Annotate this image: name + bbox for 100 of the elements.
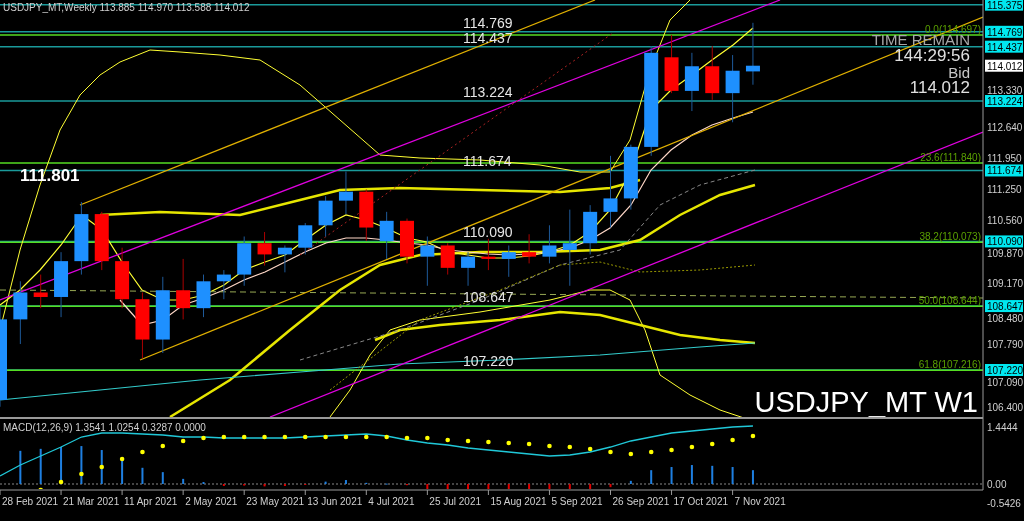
- signal-dot: [221, 434, 227, 440]
- histogram-bar: [609, 484, 612, 488]
- histogram-bar: [650, 470, 653, 484]
- candle: [664, 34, 679, 94]
- candle: [461, 251, 476, 287]
- candle: [542, 224, 557, 264]
- signal-dot: [384, 434, 389, 440]
- price-tag: 110.090: [985, 235, 1023, 248]
- macd-axis-label: -0.5426: [987, 498, 1021, 509]
- histogram-bar: [324, 481, 327, 484]
- candle: [318, 195, 333, 237]
- histogram-bar: [446, 484, 449, 489]
- candle: [176, 258, 191, 320]
- signal-dot: [160, 443, 166, 449]
- histogram-bar: [548, 484, 551, 489]
- price-axis-label: 110.560: [987, 215, 1023, 227]
- signal-dot: [648, 449, 654, 455]
- candle: [115, 247, 130, 309]
- histogram-bar: [19, 450, 22, 484]
- signal-dot: [241, 434, 247, 440]
- price-tag: 108.647: [985, 300, 1024, 313]
- date-axis-label: 23 May 2021: [246, 496, 305, 507]
- date-axis-label: 17 Oct 2021: [673, 496, 729, 507]
- chart-title: USDJPY_MT,Weekly 113.885 114.970 113.588 114.012: [3, 2, 250, 13]
- signal-dot: [58, 479, 64, 485]
- candle: [54, 251, 69, 318]
- date-axis-label: 5 Sep 2021: [551, 496, 603, 507]
- bid-label: Bid: [948, 64, 970, 81]
- signal-dot: [730, 437, 735, 443]
- fibonacci-label: 38.2(110.073): [919, 231, 981, 243]
- candle: [33, 274, 48, 309]
- candle: [277, 244, 292, 273]
- histogram-bar: [711, 465, 714, 484]
- price-axis-label: 107.090: [987, 377, 1024, 388]
- candle: [298, 222, 313, 255]
- candle: [420, 236, 435, 287]
- histogram-bar: [690, 465, 693, 484]
- signal-dot: [669, 447, 674, 453]
- macd-axis-label: 1.4444: [987, 422, 1018, 433]
- signal-dot: [547, 443, 552, 449]
- signal-dot: [506, 440, 512, 446]
- signal-dot: [201, 435, 206, 441]
- candle: [13, 280, 28, 345]
- candle: [501, 244, 516, 278]
- date-axis-label: 21 Mar 2021: [63, 496, 120, 507]
- countdown-time: 144:29:56: [894, 46, 970, 65]
- level-label: 108.647: [463, 289, 514, 306]
- histogram-bar: [161, 472, 164, 484]
- signal-dot: [628, 451, 634, 457]
- histogram-bar: [487, 484, 490, 489]
- price-axis-label: 112.640: [987, 122, 1023, 134]
- bid-price: 114.012: [909, 78, 970, 97]
- signal-dot: [404, 435, 410, 441]
- signal-dot: [425, 435, 430, 441]
- histogram-bar: [507, 484, 510, 489]
- histogram-bar: [182, 478, 185, 484]
- signal-dot: [750, 433, 756, 439]
- candle: [257, 231, 272, 267]
- candle: [216, 269, 231, 300]
- price-axis-label: 108.480: [987, 313, 1024, 325]
- fibonacci-label: 50.0(108.644): [918, 295, 981, 307]
- candle: [359, 188, 374, 242]
- histogram-bar: [589, 484, 592, 489]
- price-tag: 111.674: [985, 164, 1023, 177]
- price-axis-label: 109.170: [987, 277, 1024, 289]
- histogram-bar: [141, 467, 144, 484]
- histogram-bar: [629, 480, 632, 484]
- candle: [583, 204, 598, 255]
- fibonacci-label: 61.8(107.216): [918, 359, 981, 371]
- date-axis-label: 7 Nov 2021: [734, 496, 786, 507]
- candle: [400, 218, 414, 264]
- signal-dot: [282, 434, 288, 440]
- signal-dot: [343, 434, 349, 440]
- date-axis-label: 28 Feb 2021: [2, 496, 59, 507]
- signal-dot: [587, 446, 593, 452]
- candle: [379, 211, 394, 260]
- signal-dot: [302, 434, 308, 440]
- candle: [481, 238, 496, 271]
- signal-dot: [486, 439, 491, 445]
- signal-dot: [608, 449, 613, 455]
- candle: [725, 54, 740, 123]
- histogram-bar: [731, 467, 734, 484]
- signal-dot: [709, 441, 715, 447]
- histogram-bar: [426, 484, 429, 489]
- signal-dot: [323, 434, 328, 440]
- signal-dot: [262, 434, 267, 440]
- date-axis-label: 2 May 2021: [185, 496, 238, 507]
- macd-axis-label: 0.00: [987, 479, 1007, 490]
- signal-dot: [689, 444, 695, 450]
- level-label: 114.769: [463, 14, 513, 31]
- histogram-bar: [344, 480, 347, 484]
- signal-dot: [180, 438, 186, 444]
- signal-dot: [140, 449, 145, 455]
- histogram-bar: [568, 484, 571, 489]
- signal-dot: [526, 441, 532, 447]
- signal-dot: [465, 438, 471, 444]
- candle: [522, 233, 537, 264]
- price-tag: 107.220: [985, 364, 1024, 376]
- date-axis-label: 13 Jun 2021: [307, 496, 363, 507]
- price-tag: 113.224: [985, 95, 1023, 107]
